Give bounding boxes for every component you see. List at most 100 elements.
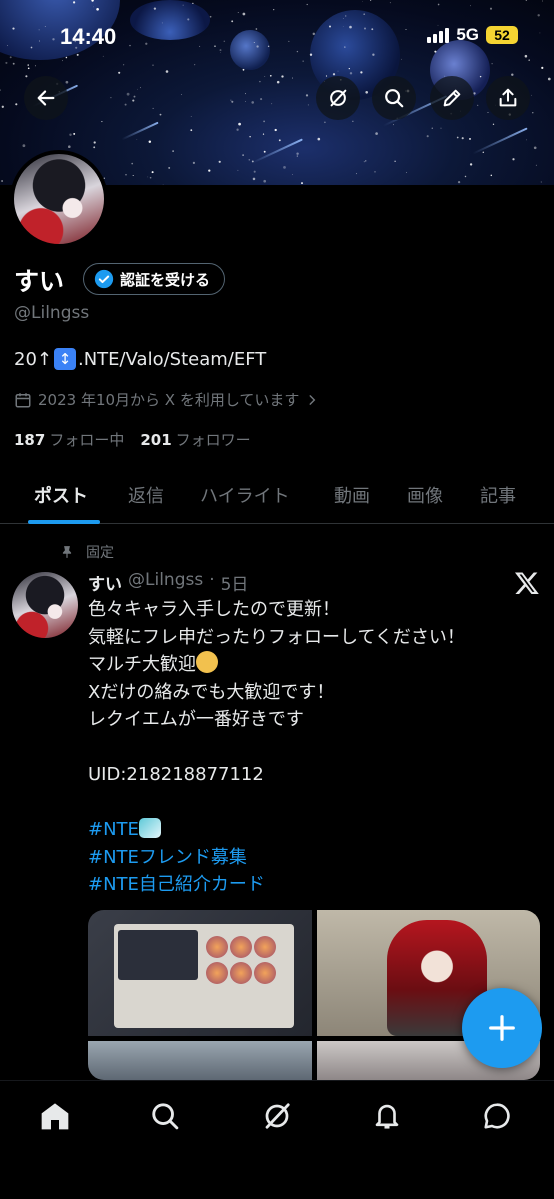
followers-link[interactable]: 201 フォロワー: [140, 429, 250, 450]
active-tab-indicator: [28, 520, 100, 524]
hashtag-link[interactable]: #NTE: [88, 819, 139, 840]
tab-highlights[interactable]: ハイライト: [200, 482, 290, 508]
star: [22, 144, 26, 148]
hashtag-link[interactable]: #NTEフレンド募集: [88, 844, 528, 872]
nav-search[interactable]: [148, 1099, 182, 1133]
star: [317, 137, 321, 141]
star: [190, 116, 192, 117]
post-author-avatar[interactable]: [12, 572, 78, 638]
star: [273, 8, 275, 11]
star: [426, 135, 429, 138]
media-image-3[interactable]: [88, 1041, 312, 1080]
star: [305, 94, 309, 97]
star: [192, 2, 194, 4]
tab-photos[interactable]: 画像: [407, 482, 443, 508]
star: [125, 174, 127, 176]
nav-messages[interactable]: [480, 1099, 514, 1133]
star: [525, 0, 527, 1]
star: [242, 12, 246, 16]
star: [360, 71, 363, 74]
star: [533, 146, 537, 150]
star: [230, 99, 232, 101]
pencil-icon: [443, 89, 461, 107]
back-button[interactable]: [24, 76, 68, 120]
search-button[interactable]: [372, 76, 416, 120]
get-verified-button[interactable]: 認証を受ける: [83, 263, 226, 295]
pinned-indicator: 固定: [60, 542, 114, 562]
compose-button[interactable]: [462, 988, 542, 1068]
x-logo-icon[interactable]: [514, 570, 540, 596]
post-author-name[interactable]: すい: [88, 570, 122, 595]
star: [1, 180, 4, 182]
followers-count: 201: [140, 431, 172, 449]
hashtag-link[interactable]: #NTE自己紹介カード: [88, 871, 528, 899]
star: [231, 100, 234, 103]
star: [479, 75, 482, 78]
star: [110, 96, 112, 99]
star: [541, 66, 544, 69]
star: [344, 15, 347, 17]
star: [352, 120, 354, 122]
star: [236, 128, 239, 131]
star: [118, 71, 121, 74]
tab-posts[interactable]: ポスト: [34, 482, 88, 508]
star: [220, 52, 221, 53]
media-image-1[interactable]: [88, 910, 312, 1036]
star: [492, 123, 495, 125]
star: [214, 45, 216, 47]
post-header: すい @Lilngss · 5日: [88, 570, 248, 595]
post-time[interactable]: 5日: [221, 570, 249, 595]
star: [524, 54, 528, 58]
following-link[interactable]: 187 フォロー中: [14, 429, 124, 450]
star: [292, 174, 293, 175]
star: [34, 65, 37, 67]
star: [283, 166, 286, 169]
pin-icon: [62, 546, 72, 558]
star: [199, 45, 201, 47]
tab-articles[interactable]: 記事: [480, 482, 516, 508]
star: [461, 137, 464, 140]
profile-avatar[interactable]: [10, 150, 108, 248]
star: [375, 132, 378, 135]
star: [262, 133, 265, 135]
edit-button[interactable]: [430, 76, 474, 120]
back-arrow-icon: [37, 90, 55, 106]
star: [363, 27, 367, 30]
star: [93, 146, 96, 149]
post-author-handle[interactable]: @Lilngss: [128, 570, 203, 595]
star: [362, 1, 363, 2]
post-line: 色々キャラ入手したので更新！: [88, 599, 340, 620]
star: [309, 53, 313, 56]
star: [288, 40, 290, 42]
star: [91, 0, 94, 2]
profile-handle: @Lilngss: [14, 303, 90, 323]
tab-replies[interactable]: 返信: [128, 482, 164, 508]
star: [348, 67, 350, 70]
profile-name: すい: [14, 267, 65, 296]
star: [148, 140, 152, 144]
nav-grok[interactable]: [260, 1099, 294, 1133]
star: [274, 128, 277, 132]
star: [363, 161, 365, 163]
star: [370, 0, 372, 2]
star: [152, 64, 154, 66]
star: [5, 61, 8, 64]
calendar-icon: [15, 392, 31, 407]
signal-icon: [427, 27, 450, 43]
star: [0, 89, 1, 91]
character-emoji: [138, 818, 161, 838]
nav-home[interactable]: [38, 1099, 72, 1133]
star: [389, 2, 391, 4]
thumbs-up-emoji: [196, 651, 218, 673]
tab-videos[interactable]: 動画: [334, 482, 370, 508]
share-button[interactable]: [486, 76, 530, 120]
star: [328, 25, 332, 28]
star: [259, 80, 261, 83]
grok-button[interactable]: [316, 76, 360, 120]
following-count: 187: [14, 431, 46, 449]
joined-date[interactable]: 2023 年10月から X を利用しています: [14, 389, 319, 410]
nav-notifications[interactable]: [370, 1099, 404, 1133]
star: [208, 169, 211, 172]
star: [251, 101, 254, 104]
post-line: UID:218218877112: [88, 764, 264, 785]
